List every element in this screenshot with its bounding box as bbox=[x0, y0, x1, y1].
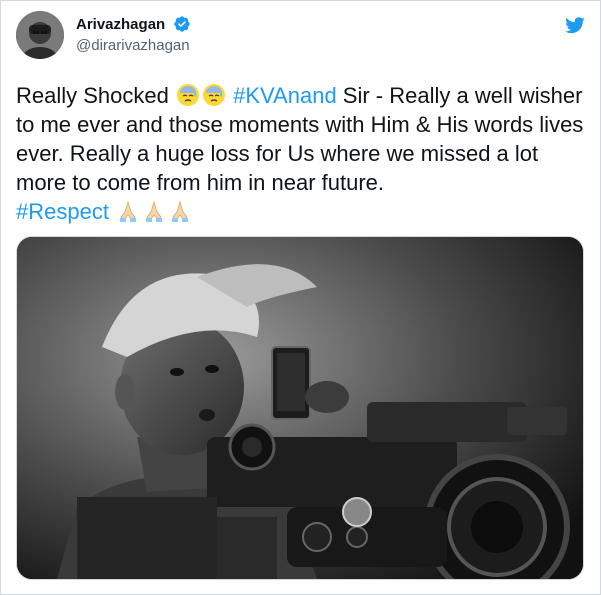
folded-hands-icon bbox=[168, 199, 192, 223]
tweet-photo[interactable] bbox=[16, 236, 584, 580]
twitter-bird-icon[interactable] bbox=[564, 15, 586, 35]
hashtag-link-respect[interactable]: #Respect bbox=[16, 199, 109, 224]
avatar-image bbox=[16, 11, 64, 59]
author-handle[interactable]: @dirarivazhagan bbox=[76, 36, 191, 56]
author-info: Arivazhagan @dirarivazhagan bbox=[76, 15, 191, 56]
downcast-face-with-sweat-icon bbox=[202, 83, 226, 107]
tweet-header: Arivazhagan @dirarivazhagan bbox=[16, 11, 586, 71]
author-display-name[interactable]: Arivazhagan bbox=[76, 15, 165, 35]
photo-director-with-camera bbox=[17, 237, 583, 579]
hashtag-link-kvanand[interactable]: #KVAnand bbox=[233, 83, 337, 108]
verified-badge-icon bbox=[173, 15, 191, 33]
downcast-face-with-sweat-icon bbox=[176, 83, 200, 107]
author-avatar[interactable] bbox=[16, 11, 64, 59]
tweet-card: Arivazhagan @dirarivazhagan Really Shock… bbox=[0, 0, 601, 595]
folded-hands-icon bbox=[116, 199, 140, 223]
tweet-body: Really Shocked #KVAnand Sir - Really a w… bbox=[16, 81, 586, 226]
folded-hands-icon bbox=[142, 199, 166, 223]
tweet-text-segment-1: Really Shocked bbox=[16, 83, 175, 108]
